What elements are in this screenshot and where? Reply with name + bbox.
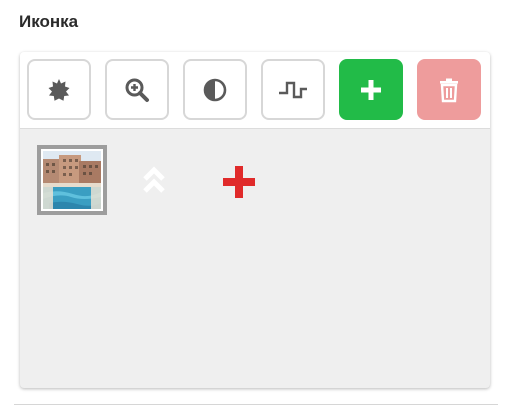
square-wave-icon [279, 81, 307, 98]
signal-button[interactable] [261, 59, 325, 120]
section-title: Иконка [19, 12, 79, 31]
settings-button[interactable] [27, 59, 91, 120]
delete-button[interactable] [417, 59, 481, 120]
plus-icon [361, 79, 381, 100]
add-button[interactable] [339, 59, 403, 120]
icon-list [20, 129, 490, 388]
hotel-pool-thumbnail-image [43, 151, 101, 209]
contrast-icon [203, 78, 227, 101]
contrast-button[interactable] [183, 59, 247, 120]
move-up-icon[interactable] [140, 165, 168, 200]
icon-thumbnail[interactable] [37, 145, 107, 215]
red-plus-icon [223, 166, 255, 198]
zoom-in-icon [125, 78, 149, 102]
gear-burst-icon [48, 78, 70, 101]
trash-icon [440, 78, 458, 102]
section-divider [14, 404, 498, 405]
double-chevron-up-icon [143, 166, 165, 193]
icon-editor-panel [20, 52, 490, 388]
editor-toolbar [20, 52, 490, 129]
add-item-icon[interactable] [221, 164, 257, 205]
zoom-button[interactable] [105, 59, 169, 120]
